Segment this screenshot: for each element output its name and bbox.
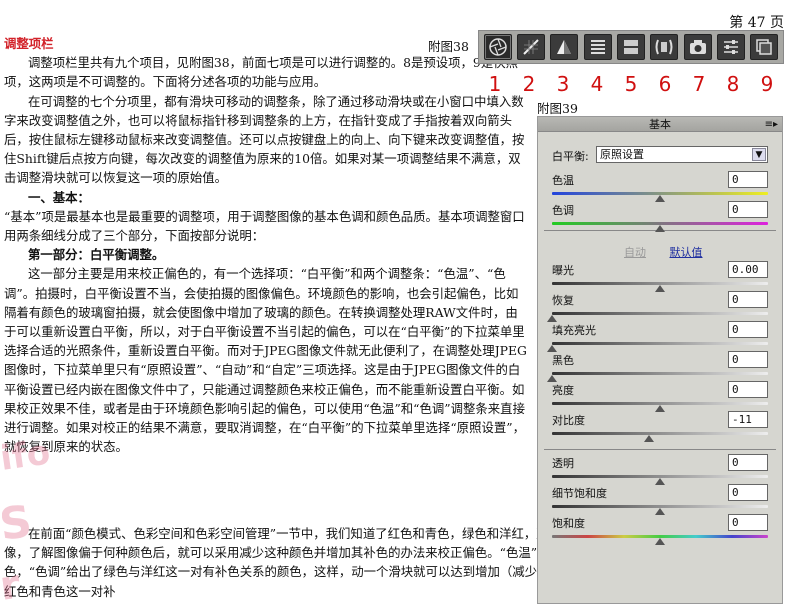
exposure-slider-thumb[interactable] [655,285,665,292]
presets-icon[interactable] [716,34,745,60]
snapshots-icon[interactable] [750,34,779,60]
adjustment-toolbar [478,30,784,64]
saturation-slider-thumb[interactable] [655,538,665,545]
paragraph-4: 这一部分主要是用来校正偏色的，有一个选择项：“白平衡”和两个调整条：“色温”、“… [4,266,527,455]
temp-label: 色温 [552,174,574,187]
contrast-value-field[interactable]: -11 [728,411,768,428]
figure-39-caption: 附图39 [537,101,578,116]
fill-value-field[interactable]: 0 [728,321,768,338]
curve-icon[interactable] [516,34,545,60]
contrast-label: 对比度 [552,414,585,427]
tint-label: 色调 [552,204,574,217]
temp-slider-thumb[interactable] [655,195,665,202]
paragraph-1: 调整项栏里共有九个项目，见附图38，前面七项是可以进行调整的。8是预设项，9是快… [4,55,518,90]
paragraph-3: “基本”项是最基本也是最重要的调整项，用于调整图像的基本色调和颜色品质。基本项调… [4,208,525,244]
basic-panel: 基本 ≡▸ 白平衡: 原照设置 ▼ 自动 默认值 色温 0 色调 0 曝光 0.00 恢复 0… [537,116,783,604]
lens-icon[interactable] [650,34,679,60]
temp-value-field[interactable]: 0 [728,171,768,188]
number-7: 7 [692,72,706,96]
contrast-slider-thumb[interactable] [644,435,655,442]
vibrance-slider-thumb[interactable] [655,508,665,515]
exposure-label: 曝光 [552,264,574,277]
section-title: 调整项栏 [4,36,54,51]
aperture-icon[interactable] [483,34,512,60]
clarity-label: 透明 [552,457,574,470]
brightness-value-field[interactable]: 0 [728,381,768,398]
number-3: 3 [556,72,570,96]
figure-38-caption: 附图38 [428,39,469,54]
number-9: 9 [760,72,774,96]
number-6: 6 [658,72,672,96]
clarity-value-field[interactable]: 0 [728,454,768,471]
saturation-label: 饱和度 [552,517,585,530]
fill-slider-track[interactable] [552,342,768,345]
split-tone-icon[interactable] [616,34,645,60]
svg-text:ifo: ifo [2,432,53,479]
number-5: 5 [624,72,638,96]
camera-icon[interactable] [683,34,712,60]
white-balance-select[interactable]: 原照设置 ▼ [596,146,768,163]
chevron-down-icon[interactable]: ▼ [752,148,766,161]
default-link[interactable]: 默认值 [670,246,703,259]
brightness-label: 亮度 [552,384,574,397]
number-4: 4 [590,72,604,96]
svg-text:S: S [2,496,35,551]
brightness-slider-thumb[interactable] [655,405,665,412]
panel-menu-icon[interactable]: ≡▸ [765,117,778,132]
paragraph-2: 在可调整的七个分项里，都有滑块可移动的调整条，除了通过移动滑块或在小窗口中填入数… [4,93,525,186]
toolbar-numbers: 1 2 3 4 5 6 7 8 9 [478,72,784,96]
recovery-label: 恢复 [552,294,574,307]
vibrance-label: 细节饱和度 [552,487,607,500]
white-balance-value: 原照设置 [600,148,644,161]
recovery-slider-track[interactable] [552,312,768,315]
hsl-icon[interactable] [583,34,612,60]
clarity-slider-thumb[interactable] [655,478,665,485]
svg-text:r: r [2,562,23,610]
panel-header: 基本 ≡▸ [538,117,782,132]
watermark: ifo S r [2,432,53,610]
panel-title: 基本 [649,118,671,131]
heading-basic: 一、基本： [28,189,90,205]
tint-slider-thumb[interactable] [655,225,665,232]
number-1: 1 [488,72,502,96]
vibrance-value-field[interactable]: 0 [728,484,768,501]
page-number: 第 47 页 [729,15,784,31]
blacks-slider-track[interactable] [552,372,768,375]
recovery-value-field[interactable]: 0 [728,291,768,308]
saturation-value-field[interactable]: 0 [728,514,768,531]
blacks-slider-thumb[interactable] [547,375,557,382]
number-8: 8 [726,72,740,96]
fill-label: 填充亮光 [552,324,596,337]
number-2: 2 [522,72,536,96]
tone-links: 自动 默认值 [624,244,703,260]
contrast-slider-track[interactable] [552,432,768,435]
heading-part1: 第一部分：白平衡调整。 [28,247,165,263]
tint-value-field[interactable]: 0 [728,201,768,218]
sharpen-icon[interactable] [550,34,579,60]
body-text: 调整项栏 调整项栏里共有九个项目，见附图38，前面七项是可以进行调整的。8是预设… [4,34,529,456]
blacks-label: 黑色 [552,354,574,367]
blacks-value-field[interactable]: 0 [728,351,768,368]
recovery-slider-thumb[interactable] [547,315,557,322]
auto-link[interactable]: 自动 [624,246,646,259]
fill-slider-thumb[interactable] [547,345,557,352]
divider-2 [544,449,776,450]
exposure-value-field[interactable]: 0.00 [728,261,768,278]
white-balance-label: 白平衡: [552,150,589,163]
